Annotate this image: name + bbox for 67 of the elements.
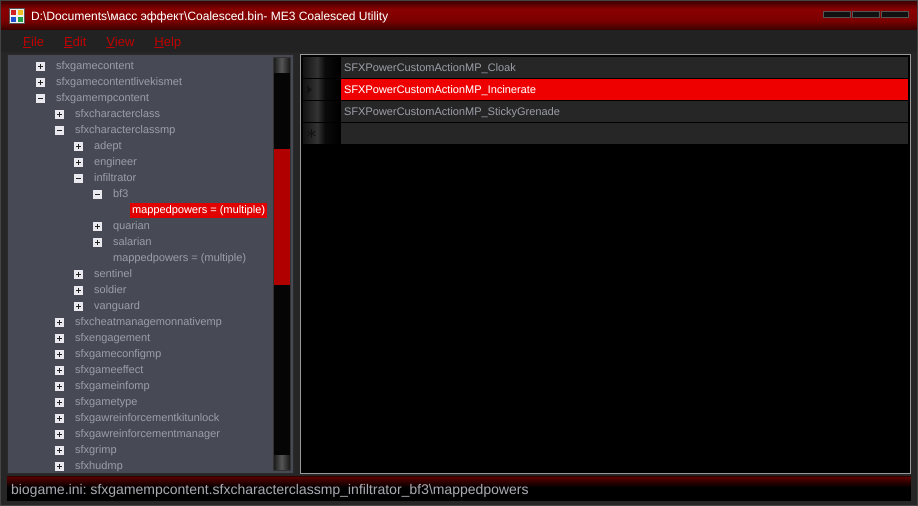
tree-item[interactable]: mappedpowers = (multiple)	[111, 250, 248, 266]
expand-icon[interactable]	[55, 110, 64, 118]
tree-item[interactable]: sfxgametype	[73, 394, 140, 410]
tree-item[interactable]: sfxhudmp	[73, 458, 125, 473]
collapse-icon[interactable]	[93, 190, 102, 198]
menu-item[interactable]: Edit	[64, 34, 86, 48]
tree-item[interactable]: adept	[92, 138, 124, 154]
expand-icon[interactable]	[55, 334, 64, 342]
tree-item[interactable]: sfxgamecontent	[54, 58, 136, 74]
expand-icon[interactable]	[55, 366, 64, 374]
grid-cell[interactable]: SFXPowerCustomActionMP_Cloak	[341, 57, 908, 78]
app-icon	[9, 8, 25, 24]
tree-item[interactable]: sfxcharacterclassmp	[73, 122, 178, 138]
expand-icon[interactable]	[55, 382, 64, 390]
tree-item[interactable]: soldier	[92, 282, 128, 298]
expand-icon[interactable]	[36, 62, 45, 70]
expand-icon[interactable]	[74, 286, 83, 294]
scroll-thumb[interactable]	[274, 149, 290, 285]
expand-icon[interactable]	[36, 78, 45, 86]
tree-item[interactable]: sfxgawreinforcementmanager	[73, 426, 222, 442]
tree-item[interactable]: sfxgameeffect	[73, 362, 146, 378]
expand-icon[interactable]	[93, 222, 102, 230]
tree-item[interactable]: sfxgawreinforcementkitunlock	[73, 410, 222, 426]
scrollbar[interactable]	[273, 57, 291, 471]
grid-cell[interactable]: SFXPowerCustomActionMP_Incinerate	[341, 79, 908, 100]
status-text: biogame.ini: sfxgamempcontent.sfxcharacterclassmp_infiltrator_bf3\mappedpowers	[11, 481, 528, 497]
tree-item[interactable]: sfxcharacterclass	[73, 106, 162, 122]
expand-icon[interactable]	[55, 462, 64, 470]
tree-item[interactable]: sfxgrimp	[73, 442, 119, 458]
tree-item[interactable]: engineer	[92, 154, 139, 170]
minimize-button[interactable]	[823, 11, 851, 18]
tree-item[interactable]: sfxgamempcontent	[54, 90, 151, 106]
tree-item[interactable]: bf3	[111, 186, 130, 202]
asterisk-icon	[307, 129, 316, 138]
expand-icon[interactable]	[74, 270, 83, 278]
tree-item[interactable]: sfxengagement	[73, 330, 152, 346]
menu-item[interactable]: View	[106, 34, 134, 48]
close-button[interactable]	[881, 11, 909, 18]
tree-item[interactable]: sfxgameinfomp	[73, 378, 152, 394]
expand-icon[interactable]	[74, 302, 83, 310]
tree-item[interactable]: vanguard	[92, 298, 142, 314]
collapse-icon[interactable]	[36, 94, 45, 102]
expand-icon[interactable]	[55, 430, 64, 438]
tree-item[interactable]: sentinel	[92, 266, 134, 282]
expand-icon[interactable]	[55, 398, 64, 406]
expand-icon[interactable]	[55, 350, 64, 358]
expand-icon[interactable]	[74, 142, 83, 150]
tree-item[interactable]: sfxcheatmanagemonnativemp	[73, 314, 224, 330]
menu-item[interactable]: File	[23, 34, 44, 48]
grid-cell[interactable]: SFXPowerCustomActionMP_StickyGrenade	[341, 101, 908, 122]
expand-icon[interactable]	[55, 318, 64, 326]
expand-icon[interactable]	[74, 158, 83, 166]
tree-item[interactable]: quarian	[111, 218, 152, 234]
window-title: D:\Documents\масс эффект\Coalesced.bin- ME3 Coalesced Utility	[31, 8, 390, 22]
tree-item[interactable]: sfxgameconfigmp	[73, 346, 164, 362]
tree-item[interactable]: salarian	[111, 234, 154, 250]
tree-item[interactable]: sfxgamecontentlivekismet	[54, 74, 184, 90]
expand-icon[interactable]	[55, 414, 64, 422]
collapse-icon[interactable]	[74, 174, 83, 182]
menu-item[interactable]: Help	[154, 34, 182, 48]
collapse-icon[interactable]	[55, 126, 64, 134]
new-row-cell[interactable]	[341, 123, 908, 144]
maximize-button[interactable]	[852, 11, 880, 18]
tree-item[interactable]: mappedpowers = (multiple)	[130, 202, 267, 218]
tree-item[interactable]: infiltrator	[92, 170, 138, 186]
expand-icon[interactable]	[93, 238, 102, 246]
expand-icon[interactable]	[55, 446, 64, 454]
